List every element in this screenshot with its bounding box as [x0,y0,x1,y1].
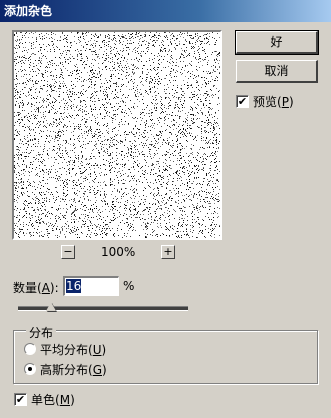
amount-hotkey: A [41,281,50,295]
noise-preview-image [14,32,220,238]
noise-preview[interactable] [12,30,222,240]
ok-button[interactable]: 好 [235,30,319,55]
dialog-title: 添加杂色 [4,4,53,18]
distribution-title: 分布 [26,324,57,341]
gaussian-label[interactable]: 高斯分布(G) [40,361,107,378]
preview-label-text: 预览 [253,95,278,109]
monochromatic-label-text: 单色 [31,393,56,407]
amount-unit: % [123,279,135,293]
gaussian-label-text: 高斯分布 [40,363,89,377]
amount-label: 数量(A): [13,281,59,295]
preview-hotkey: P [281,95,289,109]
preview-label[interactable]: 预览(P) [253,93,294,110]
amount-input[interactable]: 16 [63,276,119,296]
amount-label-text: 数量 [13,281,38,295]
zoom-in-button[interactable]: + [161,245,175,259]
uniform-radio[interactable] [24,343,36,355]
gaussian-radio[interactable] [24,363,36,375]
monochromatic-checkbox[interactable]: ✔ [14,393,27,406]
uniform-label[interactable]: 平均分布(U) [40,341,106,358]
uniform-label-text: 平均分布 [40,343,89,357]
amount-slider-thumb[interactable] [46,302,56,311]
monochromatic-label[interactable]: 单色(M) [31,391,75,408]
amount-value: 16 [66,279,82,293]
gaussian-hotkey: G [92,363,103,377]
dialog-title-bar[interactable]: 添加杂色 [0,0,331,22]
preview-checkbox[interactable]: ✔ [236,95,249,108]
zoom-out-button[interactable]: − [61,245,75,259]
cancel-button[interactable]: 取消 [236,60,318,83]
monochromatic-hotkey: M [59,393,71,407]
uniform-hotkey: U [92,343,102,357]
amount-slider-track[interactable] [18,306,188,311]
zoom-level: 100% [101,245,136,259]
